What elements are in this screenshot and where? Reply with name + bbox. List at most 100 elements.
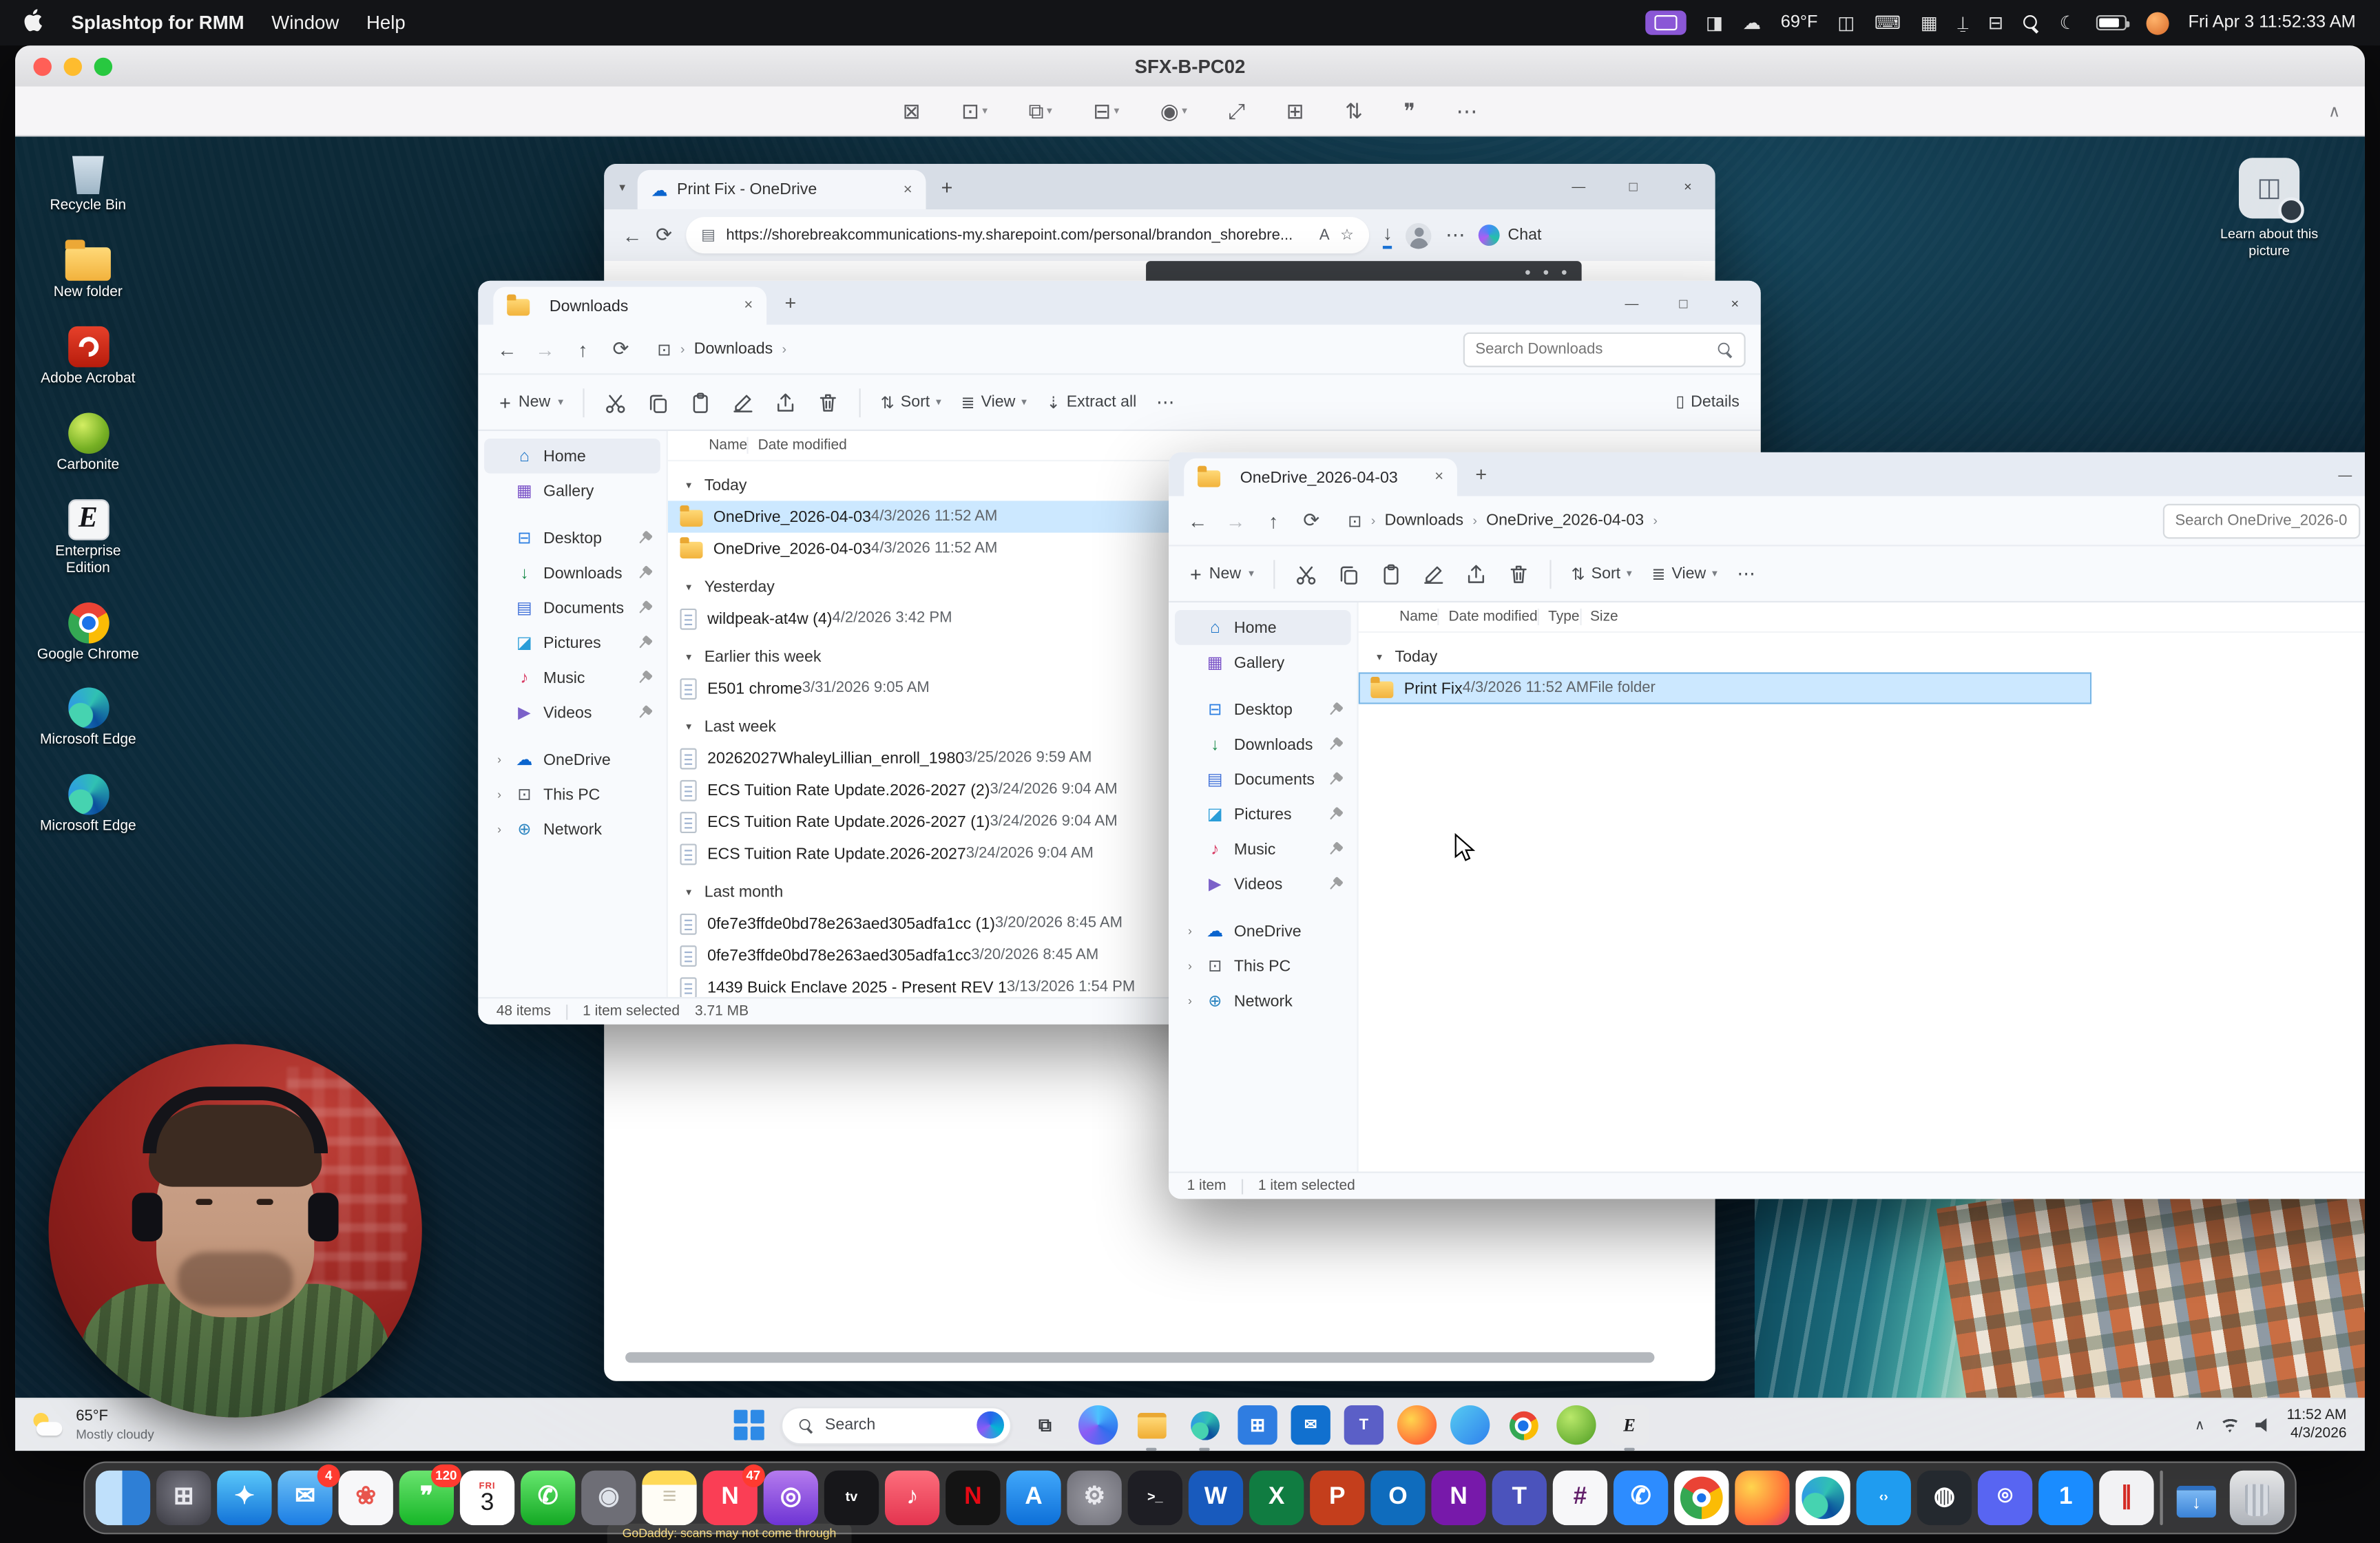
discord[interactable]: ⌾ xyxy=(1978,1470,2032,1524)
volume-icon[interactable] xyxy=(2255,1418,2271,1433)
expand-chevron-icon[interactable]: › xyxy=(493,788,505,801)
taskbar-app-icon[interactable] xyxy=(1131,1405,1171,1445)
apple-menu-icon[interactable] xyxy=(24,9,44,36)
spotlight-search-icon[interactable] xyxy=(2023,14,2040,31)
hidden-icons-chevron[interactable]: ∧ xyxy=(2195,1417,2205,1434)
profile-icon[interactable] xyxy=(1406,222,1432,248)
music[interactable]: ♪ xyxy=(885,1470,939,1524)
netflix[interactable]: N xyxy=(946,1470,1000,1524)
settings[interactable]: ⚙ xyxy=(1067,1470,1121,1524)
cut-icon[interactable] xyxy=(1295,563,1317,585)
facetime[interactable]: ✆ xyxy=(521,1470,575,1524)
news[interactable]: N 47 xyxy=(702,1470,757,1524)
user-avatar-icon[interactable] xyxy=(2146,12,2169,34)
file-row[interactable]: ▾ Today xyxy=(1359,640,2365,672)
back-button[interactable]: ← xyxy=(623,224,643,246)
start-button[interactable] xyxy=(731,1407,767,1443)
sidebar-item[interactable]: ↓ Downloads xyxy=(1175,727,1351,762)
minimize-button[interactable] xyxy=(64,58,82,76)
sidebar-item[interactable]: ▶ Videos xyxy=(484,695,660,730)
sidebar-item[interactable]: ▦ Gallery xyxy=(484,474,660,509)
horizontal-scrollbar[interactable] xyxy=(625,1352,1654,1363)
minimize-button[interactable]: — xyxy=(1552,179,1606,194)
search-box[interactable] xyxy=(1463,332,1746,367)
splashtop-tool-icon[interactable]: ⊞ xyxy=(1286,98,1304,123)
view-button[interactable]: ≣View▾ xyxy=(961,392,1026,412)
taskbar-clock[interactable]: 11:52 AM 4/3/2026 xyxy=(2287,1406,2347,1443)
splashtop-tool-icon[interactable]: ❞ xyxy=(1403,98,1415,123)
desktop-icon[interactable]: Adobe Acrobat xyxy=(33,326,143,388)
sidebar-item[interactable]: › ⊡ This PC xyxy=(1175,949,1351,984)
minimize-button[interactable]: — xyxy=(2319,467,2365,482)
mail[interactable]: ✉ 4 xyxy=(278,1470,332,1524)
tv[interactable]: tv xyxy=(824,1470,879,1524)
menubar-menu-help[interactable]: Help xyxy=(366,12,406,34)
sidebar-item[interactable]: ▤ Documents xyxy=(1175,762,1351,797)
menubar-menu-window[interactable]: Window xyxy=(271,12,339,34)
notes[interactable]: ≡ xyxy=(642,1470,696,1524)
expand-chevron-icon[interactable]: › xyxy=(493,753,505,766)
tab-close-icon[interactable]: × xyxy=(744,297,753,314)
splashtop-tool-icon[interactable]: ⇅ xyxy=(1345,98,1363,123)
column-headers[interactable]: Name Date modified Type Size xyxy=(1359,602,2365,633)
splashtop-tool-icon[interactable]: ⧉▾ xyxy=(1029,98,1052,123)
new-button[interactable]: +New▾ xyxy=(499,391,563,414)
sort-button[interactable]: ⇅Sort▾ xyxy=(881,392,941,412)
sidebar-item[interactable]: › ⊕ Network xyxy=(1175,983,1351,1018)
taskbar-app-icon[interactable] xyxy=(1078,1405,1118,1445)
rename-icon[interactable] xyxy=(732,391,755,414)
desktop-icon[interactable]: New folder xyxy=(33,240,143,302)
desktop-icon[interactable]: Microsoft Edge xyxy=(33,775,143,837)
photo-booth[interactable]: ◉ xyxy=(581,1470,636,1524)
breadcrumb[interactable]: ⊡ › Downloads›OneDrive_2026-04-03› xyxy=(1336,506,1670,535)
taskbar-app-icon[interactable] xyxy=(1503,1405,1543,1445)
group-chevron-icon[interactable]: ▾ xyxy=(1377,650,1395,662)
taskbar-app-icon[interactable] xyxy=(1184,1405,1224,1445)
maximize-button[interactable]: □ xyxy=(1658,295,1709,311)
back-button[interactable]: ← xyxy=(1184,509,1211,532)
sort-button[interactable]: ⇅Sort▾ xyxy=(1571,564,1631,584)
taskbar-app-icon[interactable]: E xyxy=(1609,1405,1649,1445)
minimize-button[interactable]: — xyxy=(1606,295,1658,311)
taskbar-app-icon[interactable]: ⊞ xyxy=(1238,1405,1277,1445)
group-chevron-icon[interactable]: ▾ xyxy=(686,720,704,733)
copy-icon[interactable] xyxy=(1337,563,1360,585)
expand-chevron-icon[interactable]: › xyxy=(1184,994,1196,1008)
battery-icon[interactable] xyxy=(2096,15,2126,30)
forward-button[interactable]: → xyxy=(1222,509,1249,532)
menubar-clock[interactable]: Fri Apr 3 11:52:33 AM xyxy=(2188,14,2355,32)
slack[interactable]: # xyxy=(1553,1470,1607,1524)
search-input[interactable] xyxy=(1475,341,1707,357)
separator[interactable] xyxy=(2160,1470,2162,1524)
menubar-app-name[interactable]: Splashtop for RMM xyxy=(72,12,244,34)
sidebar-item[interactable]: ⌂ Home xyxy=(1175,610,1351,645)
browser-tab[interactable]: ☁ Print Fix - OneDrive × xyxy=(638,170,926,209)
status-icon[interactable]: ⊟ xyxy=(1988,12,2003,34)
paste-icon[interactable] xyxy=(1380,563,1403,585)
photos[interactable]: ❀ xyxy=(339,1470,393,1524)
share-icon[interactable] xyxy=(1465,563,1488,585)
splashtop-tool-icon[interactable]: ⤢ xyxy=(1228,98,1245,123)
expand-chevron-icon[interactable]: › xyxy=(493,823,505,837)
breadcrumb[interactable]: ⊡ › Downloads› xyxy=(645,335,799,364)
picture-icon[interactable]: ◫ xyxy=(2239,158,2299,218)
more-menu-icon[interactable]: ⋯ xyxy=(1737,563,1755,585)
desktop-icon[interactable]: Recycle Bin xyxy=(33,149,143,216)
back-button[interactable]: ← xyxy=(493,337,521,360)
taskbar-app-icon[interactable]: T xyxy=(1344,1405,1384,1445)
taskbar-app-icon[interactable] xyxy=(1556,1405,1596,1445)
expand-chevron-icon[interactable]: › xyxy=(1184,959,1196,973)
new-tab-button[interactable]: + xyxy=(785,291,797,314)
splashtop-tool-icon[interactable]: ⋯ xyxy=(1456,98,1477,123)
sidebar-item[interactable]: › ☁ OneDrive xyxy=(1175,914,1351,949)
word[interactable]: W xyxy=(1189,1470,1243,1524)
sidebar-item[interactable]: ⊟ Desktop xyxy=(484,521,660,556)
extract-all-button[interactable]: ⇣Extract all xyxy=(1047,392,1137,412)
close-button[interactable] xyxy=(33,58,51,76)
taskbar-app-icon[interactable]: ✉ xyxy=(1291,1405,1330,1445)
downloads-icon[interactable]: ↓ xyxy=(1383,222,1392,249)
new-tab-button[interactable]: + xyxy=(1475,463,1487,485)
paste-icon[interactable] xyxy=(689,391,712,414)
sidebar-item[interactable]: ◪ Pictures xyxy=(484,625,660,660)
sidebar-item[interactable]: ↓ Downloads xyxy=(484,556,660,591)
